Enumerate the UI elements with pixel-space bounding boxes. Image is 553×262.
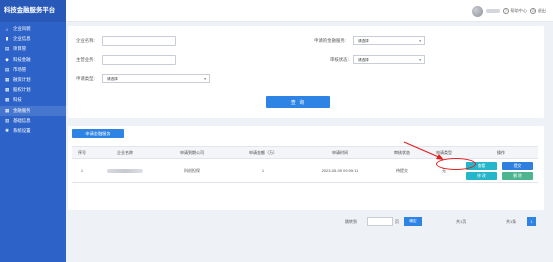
grid-icon: ▦ — [4, 97, 10, 103]
power-icon: ⏻ — [530, 8, 537, 14]
company-label: 企业名称: — [76, 38, 95, 43]
column-header: 申请时间 — [332, 149, 348, 155]
column-header: 申请类型 — [436, 149, 452, 155]
app-title: 科技金融服务平台 — [0, 0, 66, 22]
results-panel: 申请金融服务 序号 企业名称 申请到期公司 申请金额（万） 申请时间 审核状态 … — [68, 126, 544, 226]
grid-icon: ▦ — [4, 87, 10, 93]
grid-icon: ▦ — [4, 77, 10, 83]
column-header: 审核状态 — [394, 149, 410, 155]
building-icon: ▥ — [4, 117, 10, 123]
table-header: 序号 企业名称 申请到期公司 申请金额（万） 申请时间 审核状态 申请类型 操作 — [72, 146, 538, 159]
sidebar-item-settings[interactable]: ✱ 系统设置 — [0, 126, 66, 136]
sidebar-menu: ⌂ 企业风貌 ▮ 企业信息 ▤ 项目管 ◆ 科技金融 ▤ 市场管 ▦ 融资计划 ▦ 股权计划 … — [0, 22, 66, 136]
sidebar-item-label: 股权计划 — [13, 87, 31, 93]
chevron-down-icon: ▾ — [419, 58, 421, 62]
total-pages: 共1页 — [456, 218, 467, 224]
sidebar-item-label: 金融服务 — [13, 107, 31, 113]
sidebar-item-label: 市场管 — [13, 66, 27, 72]
row-index: 1 — [80, 168, 84, 173]
sidebar-item-label: 科技 — [13, 97, 22, 103]
home-icon: ⌂ — [5, 26, 9, 32]
document-icon: ▤ — [4, 46, 10, 52]
chevron-down-icon: ▾ — [204, 77, 206, 81]
top-bar: ? 帮助中心 ⏻ 退出 — [66, 0, 553, 22]
time-cell: 2023-05-09 09:09:11 — [321, 168, 359, 173]
grid-icon: ▦ — [4, 107, 10, 113]
page-number-button[interactable]: 1 — [527, 217, 536, 226]
goto-confirm-button[interactable]: 确定 — [404, 217, 422, 226]
logout-link[interactable]: ⏻ 退出 — [530, 8, 546, 14]
goto-label: 跳转到 — [345, 218, 357, 224]
query-button[interactable]: 查 询 — [266, 96, 330, 108]
service-select[interactable]: 请选择 ▾ — [353, 36, 425, 45]
sidebar: 科技金融服务平台 ⌂ 企业风貌 ▮ 企业信息 ▤ 项目管 ◆ 科技金融 ▤ 市场管 ▦ 融资… — [0, 0, 66, 262]
redacted-text — [107, 168, 143, 173]
document-icon: ▤ — [4, 66, 10, 72]
total-records: 共1条 — [506, 218, 517, 224]
amount-cell: 1 — [261, 168, 265, 173]
provider-cell: 科创担保 — [184, 167, 200, 173]
apply-type-select[interactable]: 请选择 ▾ — [102, 74, 210, 83]
sidebar-item-label: 企业信息 — [13, 36, 31, 42]
company-name-cell — [94, 159, 156, 182]
status-select[interactable]: 请选择 ▾ — [353, 55, 425, 64]
gear-icon: ✱ — [5, 127, 9, 133]
goto-page-input[interactable] — [367, 217, 393, 226]
column-header: 操作 — [497, 149, 505, 155]
highlight-oval — [436, 158, 476, 170]
chevron-down-icon: ▾ — [419, 39, 421, 43]
sidebar-item-financing-plan[interactable]: ▦ 融资计划 — [0, 75, 66, 85]
sidebar-item-label: 科技金融 — [13, 56, 31, 62]
help-link[interactable]: ? 帮助中心 — [502, 8, 527, 14]
pagination: 跳转到 页 确定 共1页 共1条 1 — [68, 217, 544, 227]
sidebar-item-info[interactable]: ▮ 企业信息 — [0, 34, 66, 44]
column-header: 企业名称 — [117, 149, 133, 155]
status-label: 审核状态: — [330, 57, 349, 62]
company-name-input[interactable] — [102, 36, 176, 46]
row-actions: 查看 提交 修 改 删 除 — [466, 159, 536, 183]
sidebar-item-label: 基础信息 — [13, 117, 31, 123]
status-cell: 待提交 — [396, 167, 408, 173]
sidebar-item-label: 项目管 — [13, 46, 27, 52]
sidebar-item-finance-service[interactable]: ▦ 金融服务 — [0, 105, 66, 116]
avatar[interactable] — [471, 5, 483, 17]
user-menu: ? 帮助中心 ⏻ 退出 — [471, 4, 546, 18]
column-header: 申请到期公司 — [180, 149, 204, 155]
sidebar-item-tech[interactable]: ▦ 科技 — [0, 95, 66, 105]
sidebar-item-finance[interactable]: ◆ 科技金融 — [0, 55, 66, 65]
sidebar-item-label: 企业风貌 — [13, 26, 31, 32]
business-input[interactable] — [102, 55, 176, 65]
delete-button[interactable]: 删 除 — [502, 172, 533, 180]
page-unit-label: 页 — [395, 218, 399, 224]
sidebar-item-equity-plan[interactable]: ▦ 股权计划 — [0, 85, 66, 95]
edit-button[interactable]: 修 改 — [466, 172, 497, 180]
sidebar-item-label: 融资计划 — [13, 77, 31, 83]
sidebar-item-enterprise[interactable]: ⌂ 企业风貌 — [0, 24, 66, 34]
username — [485, 9, 500, 13]
sidebar-item-market[interactable]: ▤ 市场管 — [0, 65, 66, 75]
apply-type-label: 申请类型: — [76, 76, 95, 81]
column-header: 申请金额（万） — [249, 149, 277, 155]
apply-finance-service-button[interactable]: 申请金融服务 — [72, 129, 124, 138]
sidebar-item-label: 系统设置 — [13, 127, 31, 133]
help-icon: ? — [502, 8, 509, 14]
bar-chart-icon: ▮ — [5, 36, 9, 42]
sidebar-item-projects[interactable]: ▤ 项目管 — [0, 44, 66, 54]
column-header: 序号 — [78, 149, 86, 155]
business-label: 主营业务: — [76, 57, 95, 62]
service-label: 申请的金融服务: — [314, 38, 346, 43]
sidebar-item-basic-info[interactable]: ▥ 基础信息 — [0, 116, 66, 126]
submit-button[interactable]: 提交 — [502, 162, 533, 170]
diamond-icon: ◆ — [5, 56, 9, 62]
